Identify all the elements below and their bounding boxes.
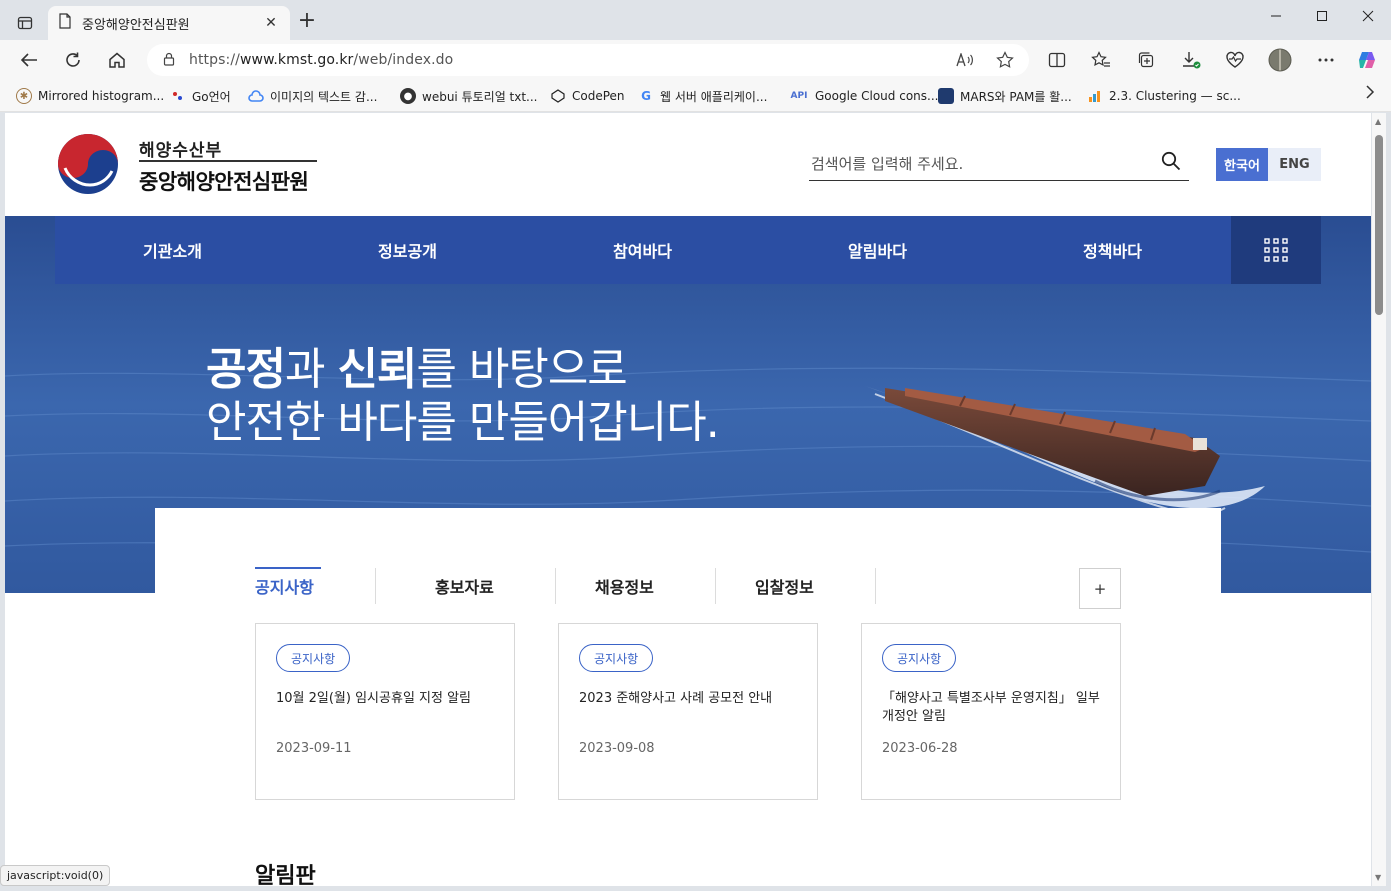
- new-tab-button[interactable]: +: [296, 10, 318, 34]
- lock-icon: [163, 51, 175, 70]
- notice-card[interactable]: 공지사항 2023 준해양사고 사례 공모전 안내 2023-09-08: [558, 623, 818, 800]
- main-navigation: 기관소개 정보공개 참여바다 알림바다 정책바다: [55, 216, 1321, 284]
- favorite-star-icon[interactable]: [993, 49, 1017, 71]
- favorites-icon[interactable]: [1086, 46, 1116, 74]
- lang-korean-button[interactable]: 한국어: [1216, 148, 1268, 181]
- chevron-right-icon[interactable]: [1365, 84, 1375, 103]
- github-icon: ●: [400, 88, 416, 104]
- bookmark-item[interactable]: 2.3. Clustering — sc...: [1087, 86, 1241, 106]
- section-title: 알림판: [255, 864, 316, 886]
- scroll-up-icon[interactable]: ▲: [1375, 117, 1381, 126]
- address-bar[interactable]: https://www.kmst.go.kr/web/index.do: [147, 44, 1029, 76]
- bookmark-item[interactable]: G웹 서버 애플리케이...: [638, 86, 767, 106]
- page-icon: [58, 13, 72, 33]
- browser-toolbar: https://www.kmst.go.kr/web/index.do: [0, 40, 1391, 80]
- nav-item-participation[interactable]: 참여바다: [525, 216, 760, 284]
- logo-divider: [139, 160, 317, 162]
- site-logo[interactable]: 해양수산부 중앙해양안전심판원: [57, 133, 337, 195]
- notice-title[interactable]: 10월 2일(월) 임시공휴일 지정 알림: [276, 690, 506, 708]
- board-tabs: 공지사항 홍보자료 채용정보 입찰정보: [255, 567, 1121, 604]
- status-bar: javascript:void(0): [0, 865, 111, 886]
- api-icon: API: [790, 91, 808, 101]
- page-scrollbar[interactable]: ▲ ▼: [1372, 113, 1386, 886]
- search-input[interactable]: 검색어를 입력해 주세요.: [811, 153, 963, 174]
- tab-actions-icon[interactable]: [8, 8, 42, 38]
- more-button[interactable]: +: [1079, 568, 1121, 609]
- dots-icon: [170, 88, 186, 104]
- tab-bidding[interactable]: 입찰정보: [755, 568, 814, 604]
- tab-divider: [375, 568, 376, 604]
- codepen-icon: [550, 88, 566, 104]
- split-screen-icon[interactable]: [1042, 46, 1072, 74]
- hero-heading-line2: 안전한 바다를 만들어갑니다.: [206, 397, 720, 448]
- compass-icon: ✱: [16, 88, 32, 104]
- notice-card[interactable]: 공지사항 10월 2일(월) 임시공휴일 지정 알림 2023-09-11: [255, 623, 515, 800]
- maximize-icon[interactable]: [1299, 0, 1345, 32]
- bookmark-item[interactable]: API Google Cloud cons...: [789, 86, 939, 106]
- back-icon[interactable]: [14, 46, 44, 74]
- site-search[interactable]: 검색어를 입력해 주세요.: [809, 143, 1189, 181]
- notice-title[interactable]: 「해양사고 특별조사부 운영지침」 일부 개정안 알림: [882, 690, 1112, 726]
- nav-item-about[interactable]: 기관소개: [55, 216, 290, 284]
- close-window-icon[interactable]: [1345, 0, 1391, 32]
- cloud-icon: [248, 88, 264, 104]
- sklearn-icon: [1087, 88, 1103, 104]
- close-tab-icon[interactable]: ✕: [262, 15, 280, 31]
- tab-divider: [715, 568, 716, 604]
- tab-notice[interactable]: 공지사항: [255, 568, 314, 604]
- notice-title[interactable]: 2023 준해양사고 사례 공모전 안내: [579, 690, 809, 708]
- bookmark-item[interactable]: Go언어: [170, 86, 231, 106]
- collections-icon[interactable]: [1131, 46, 1161, 74]
- nav-item-news[interactable]: 알림바다: [760, 216, 995, 284]
- bookmark-item[interactable]: MARS와 PAM를 활...: [938, 86, 1072, 106]
- notice-date: 2023-06-28: [882, 741, 958, 756]
- scrollbar-thumb[interactable]: [1375, 135, 1383, 315]
- tab-recruitment[interactable]: 채용정보: [595, 568, 654, 604]
- ministry-name: 해양수산부: [139, 141, 223, 161]
- more-options-icon[interactable]: [1311, 46, 1341, 74]
- taegeuk-emblem-icon: [58, 134, 118, 194]
- minimize-icon[interactable]: [1253, 0, 1299, 32]
- nav-item-policy[interactable]: 정책바다: [995, 216, 1230, 284]
- notice-date: 2023-09-08: [579, 741, 655, 756]
- notice-card[interactable]: 공지사항 「해양사고 특별조사부 운영지침」 일부 개정안 알림 2023-06…: [861, 623, 1121, 800]
- nav-item-info[interactable]: 정보공개: [290, 216, 525, 284]
- url-text: https://www.kmst.go.kr/web/index.do: [189, 52, 454, 68]
- category-badge: 공지사항: [882, 644, 957, 672]
- search-icon[interactable]: [1161, 151, 1183, 173]
- tab-divider: [555, 568, 556, 604]
- browser-tab-strip: 중앙해양안전심판원 ✕ +: [0, 0, 1391, 40]
- chart-icon: [938, 88, 954, 104]
- all-menu-grid-icon[interactable]: [1231, 216, 1321, 284]
- page-viewport: 해양수산부 중앙해양안전심판원 검색어를 입력해 주세요. 한국어 ENG 공정…: [5, 113, 1371, 886]
- tab-promotion[interactable]: 홍보자료: [435, 568, 494, 604]
- organization-name: 중앙해양안전심판원: [139, 170, 309, 194]
- lang-english-button[interactable]: ENG: [1268, 148, 1321, 181]
- category-badge: 공지사항: [579, 644, 654, 672]
- copilot-icon[interactable]: [1352, 46, 1382, 74]
- bookmark-item[interactable]: ✱ Mirrored histogram...: [16, 86, 164, 106]
- bookmark-item[interactable]: 이미지의 텍스트 감...: [248, 86, 377, 106]
- category-badge: 공지사항: [276, 644, 351, 672]
- bookmark-item[interactable]: ● webui 튜토리얼 txt...: [400, 86, 538, 106]
- profile-avatar[interactable]: [1265, 46, 1295, 74]
- bookmarks-bar: ✱ Mirrored histogram... Go언어 이미지의 텍스트 감..…: [0, 80, 1391, 112]
- tab-title: 중앙해양안전심판원: [82, 17, 190, 33]
- read-aloud-icon[interactable]: [953, 49, 977, 71]
- refresh-icon[interactable]: [58, 46, 88, 74]
- scroll-down-icon[interactable]: ▼: [1375, 873, 1381, 882]
- downloads-icon[interactable]: [1176, 46, 1206, 74]
- google-icon: G: [641, 89, 651, 103]
- home-icon[interactable]: [102, 46, 132, 74]
- tab-divider: [875, 568, 876, 604]
- performance-heart-icon[interactable]: [1220, 46, 1250, 74]
- notice-date: 2023-09-11: [276, 741, 352, 756]
- bookmark-item[interactable]: CodePen: [550, 86, 625, 106]
- browser-tab[interactable]: 중앙해양안전심판원 ✕: [48, 6, 290, 40]
